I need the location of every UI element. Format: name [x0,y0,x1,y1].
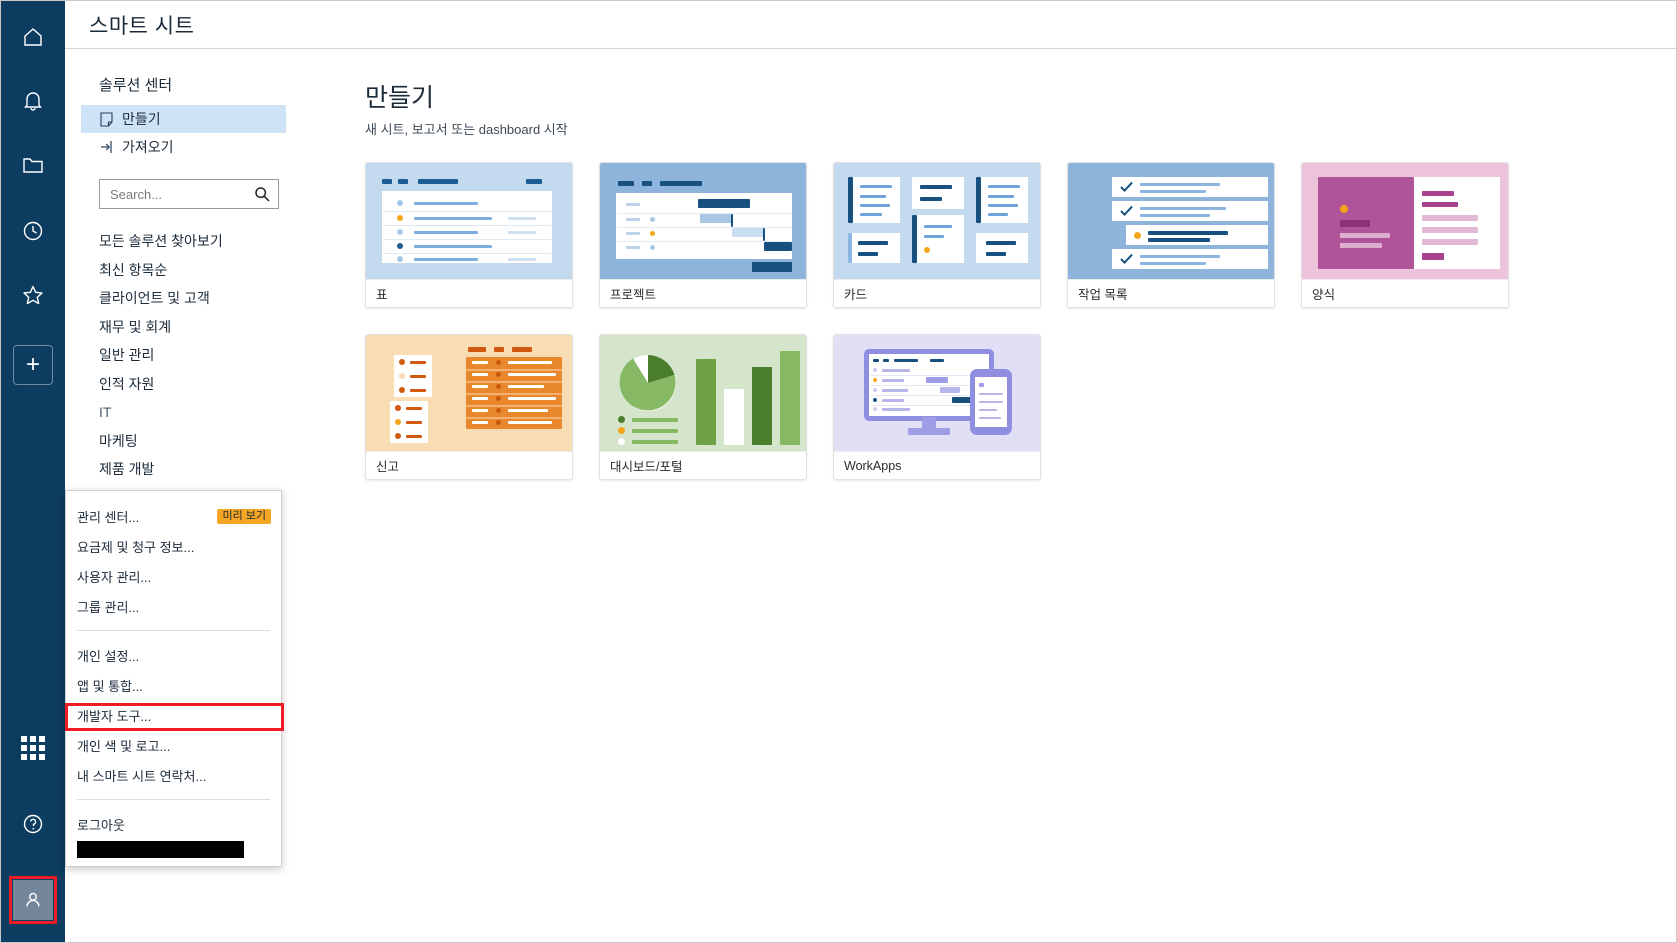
sidebar-heading: 솔루션 센터 [99,74,285,95]
template-card-form[interactable]: 양식 [1301,162,1509,308]
sidebar-category-marketing[interactable]: 마케팅 [99,427,285,456]
project-gantt-thumbnail [600,163,806,279]
menu-item-label: 로그아웃 [77,815,125,834]
card-view-thumbnail [834,163,1040,279]
card-label: 작업 목록 [1068,279,1274,307]
menu-item-user-management[interactable]: 사용자 관리... [66,561,281,591]
home-icon[interactable] [1,9,65,65]
notifications-bell-icon[interactable] [1,73,65,129]
menu-item-label: 개발자 도구... [77,706,151,725]
menu-item-developer-tools[interactable]: 개발자 도구... [66,700,281,730]
sidebar-item-import[interactable]: 가져오기 [81,133,285,161]
search-icon[interactable] [254,186,270,207]
card-label: 양식 [1302,279,1508,307]
menu-separator [77,799,270,800]
sidebar-category-product-dev[interactable]: 제품 개발 [99,455,285,484]
main-title: 만들기 [365,78,1677,114]
menu-separator [77,630,270,631]
sidebar-category-clients[interactable]: 클라이언트 및 고객 [99,284,285,313]
card-label: 신고 [366,451,572,479]
recents-clock-icon[interactable] [1,203,65,259]
dashboard-thumbnail [600,335,806,451]
card-label: 프로젝트 [600,279,806,307]
sidebar-category-finance[interactable]: 재무 및 회계 [99,313,285,342]
main-subtitle: 새 시트, 보고서 또는 dashboard 시작 [365,119,1677,138]
template-card-cardview[interactable]: 카드 [833,162,1041,308]
redacted-account-email [77,841,244,858]
menu-item-admin-center[interactable]: 관리 센터... 미리 보기 [66,501,281,531]
template-card-grid-sheet[interactable]: 표 [365,162,573,308]
sidebar-search[interactable] [99,179,279,209]
menu-item-label: 앱 및 통합... [77,676,143,695]
sidebar-category-recent[interactable]: 최신 항목순 [99,256,285,285]
app-header: 스마트 시트 [65,1,1676,49]
task-list-thumbnail [1068,163,1274,279]
app-window: + 스마트 시트 솔루션 센터 만들기 [0,0,1677,943]
menu-item-group-management[interactable]: 그룹 관리... [66,591,281,621]
account-person-icon[interactable] [13,880,53,920]
import-arrow-icon [99,140,114,155]
sidebar-category-it[interactable]: IT [99,398,285,427]
menu-item-apps-integrations[interactable]: 앱 및 통합... [66,670,281,700]
sidebar-item-create[interactable]: 만들기 [81,105,286,133]
sidebar-category-browse-all[interactable]: 모든 솔루션 찾아보기 [99,227,285,256]
grid-dots [21,736,45,760]
menu-item-logout[interactable]: 로그아웃 [66,809,281,839]
help-question-icon[interactable] [1,796,65,852]
account-dropdown-menu: 관리 센터... 미리 보기 요금제 및 청구 정보... 사용자 관리... … [65,490,282,867]
template-card-project[interactable]: 프로젝트 [599,162,807,308]
create-plus-icon[interactable]: + [13,345,53,385]
report-thumbnail [366,335,572,451]
form-thumbnail [1302,163,1508,279]
menu-item-label: 그룹 관리... [77,597,139,616]
menu-item-plan-billing[interactable]: 요금제 및 청구 정보... [66,531,281,561]
global-left-rail: + [1,1,65,943]
create-page-icon [99,112,114,127]
create-plus-button[interactable]: + [1,337,65,393]
sidebar-item-create-label: 만들기 [122,109,161,129]
grid-thumbnail [366,163,572,279]
search-input[interactable] [108,181,248,207]
menu-item-personal-colors-logo[interactable]: 개인 색 및 로고... [66,730,281,760]
workapps-thumbnail [834,335,1040,451]
sidebar-category-hr[interactable]: 인적 자원 [99,370,285,399]
account-highlight-box [9,876,57,924]
menu-item-personal-settings[interactable]: 개인 설정... [66,640,281,670]
template-card-workapps[interactable]: WorkApps [833,334,1041,480]
folder-browse-icon[interactable] [1,137,65,193]
menu-item-label: 사용자 관리... [77,567,151,586]
card-label: 표 [366,279,572,307]
sidebar-category-general-admin[interactable]: 일반 관리 [99,341,285,370]
template-card-grid: 표 [365,162,1565,480]
template-card-dashboard[interactable]: 대시보드/포털 [599,334,807,480]
main-content: 만들기 새 시트, 보고서 또는 dashboard 시작 [305,50,1677,943]
menu-item-my-smartsheet-contact[interactable]: 내 스마트 시트 연락처... [66,760,281,790]
card-label: WorkApps [834,451,1040,479]
menu-item-label: 내 스마트 시트 연락처... [77,766,206,785]
sidebar-item-import-label: 가져오기 [122,137,174,157]
preview-badge: 미리 보기 [217,509,271,524]
template-card-task-list[interactable]: 작업 목록 [1067,162,1275,308]
card-label: 대시보드/포털 [600,451,806,479]
account-avatar-button[interactable] [1,868,65,932]
menu-item-label: 개인 설정... [77,646,139,665]
menu-item-label: 개인 색 및 로고... [77,736,170,755]
menu-item-label: 관리 센터... [77,507,139,526]
app-launcher-grid-icon[interactable] [1,720,65,776]
page-title: 스마트 시트 [89,10,194,40]
card-label: 카드 [834,279,1040,307]
menu-item-label: 요금제 및 청구 정보... [77,537,194,556]
sidebar-category-list: 모든 솔루션 찾아보기 최신 항목순 클라이언트 및 고객 재무 및 회계 일반… [99,227,285,512]
template-card-report[interactable]: 신고 [365,334,573,480]
favorites-star-icon[interactable] [1,267,65,323]
